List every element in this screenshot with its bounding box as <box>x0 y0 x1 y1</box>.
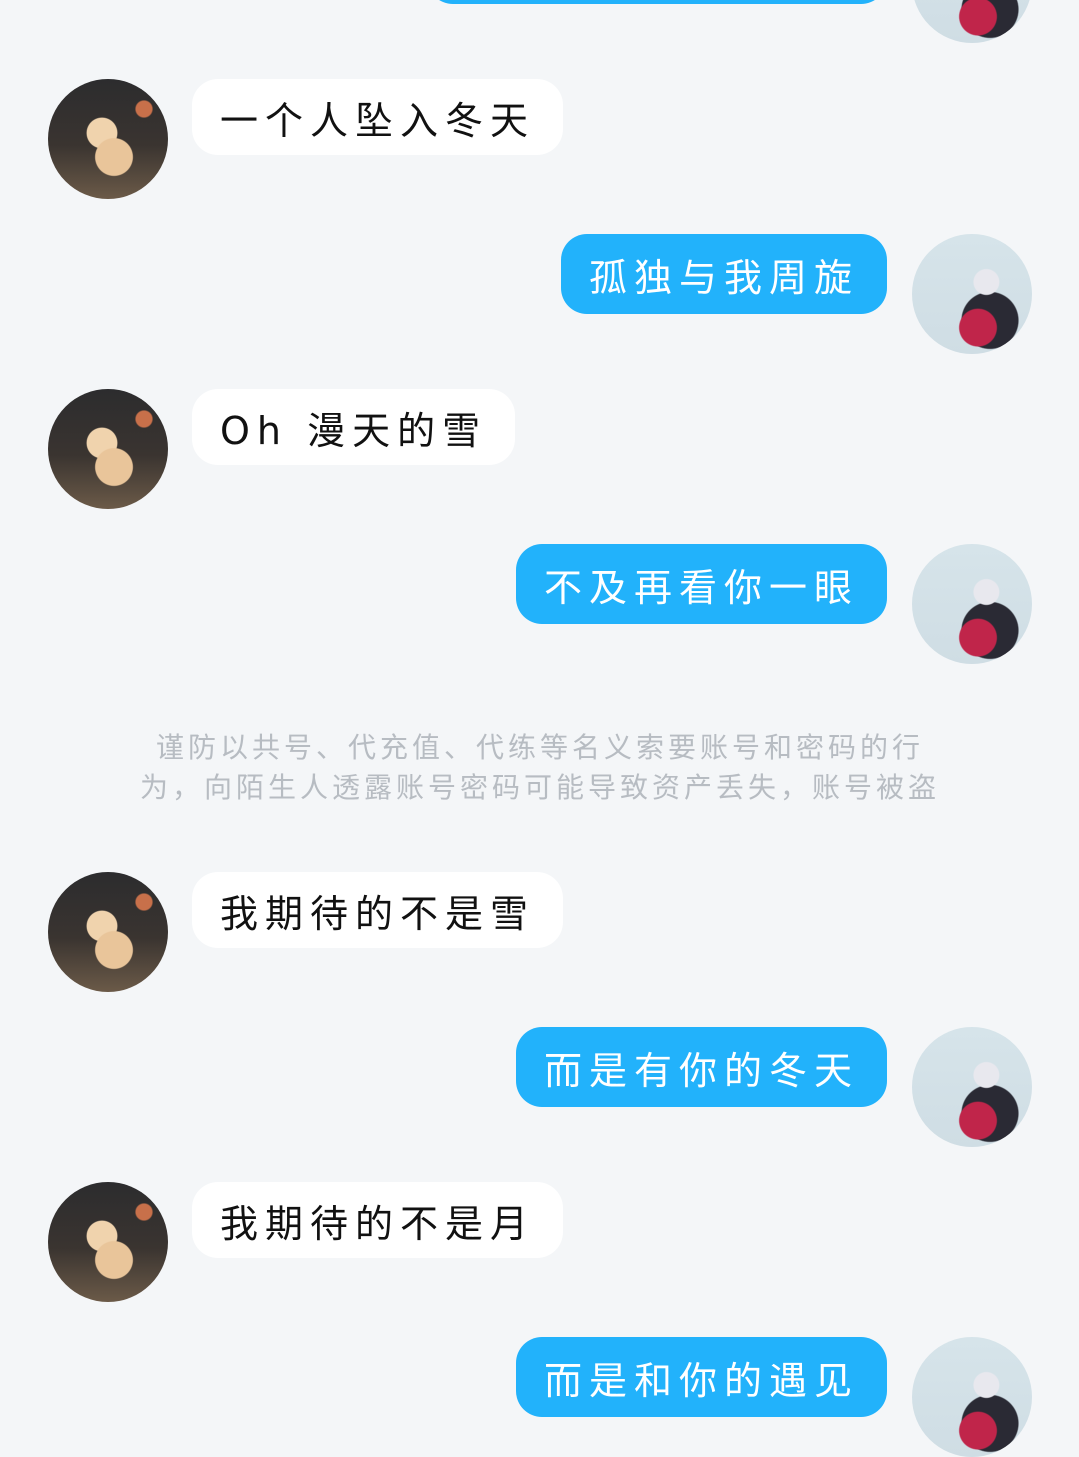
avatar[interactable] <box>48 389 168 509</box>
chat-area: 一个人坠入冬天 孤独与我周旋 Oh 漫天的雪 不及再看你一眼 谨防以共号、代充值… <box>0 0 1079 1457</box>
message-bubble-sent[interactable]: 而是和你的遇见 <box>515 1337 887 1417</box>
warning-line: 谨防以共号、代充值、代练等名义索要账号和密码的行 <box>155 731 924 764</box>
avatar[interactable] <box>48 79 168 199</box>
warning-line: 为，向陌生人透露账号密码可能导致资产丢失，账号被盗 <box>139 771 940 804</box>
message-bubble-received[interactable]: Oh 漫天的雪 <box>192 389 516 465</box>
message-bubble-sent[interactable]: 孤独与我周旋 <box>560 234 887 314</box>
security-warning: 谨防以共号、代充值、代练等名义索要账号和密码的行 为，向陌生人透露账号密码可能导… <box>90 728 990 808</box>
message-bubble-sent[interactable]: 而是有你的冬天 <box>515 1027 887 1107</box>
avatar[interactable] <box>48 872 168 992</box>
message-bubble-sent[interactable] <box>427 0 887 4</box>
avatar[interactable] <box>912 1027 1032 1147</box>
avatar[interactable] <box>912 234 1032 354</box>
message-bubble-received[interactable]: 一个人坠入冬天 <box>192 79 564 155</box>
avatar[interactable] <box>912 0 1032 43</box>
message-bubble-sent[interactable]: 不及再看你一眼 <box>515 544 887 624</box>
message-bubble-received[interactable]: 我期待的不是月 <box>192 1182 564 1258</box>
message-bubble-received[interactable]: 我期待的不是雪 <box>192 872 564 948</box>
avatar[interactable] <box>912 544 1032 664</box>
avatar[interactable] <box>48 1182 168 1302</box>
avatar[interactable] <box>912 1337 1032 1457</box>
